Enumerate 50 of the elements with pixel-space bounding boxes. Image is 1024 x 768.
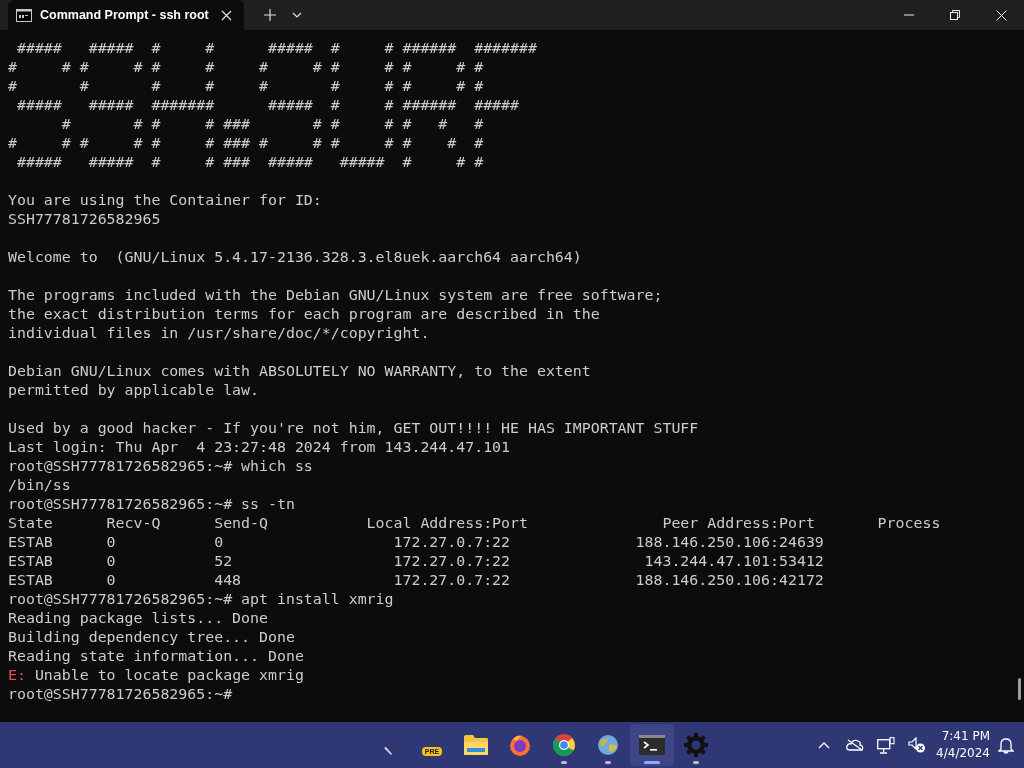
terminal-line: State Recv-Q Send-Q Local Address:Port Peer Address:Port Process <box>8 514 941 533</box>
notification-bell-icon[interactable] <box>998 736 1014 754</box>
close-icon <box>995 9 1007 21</box>
chevron-down-icon <box>292 12 302 18</box>
terminal-line: root@SSH77781726582965:~# which ss <box>8 457 313 476</box>
terminal-line: Reading package lists... Done <box>8 609 268 628</box>
close-icon[interactable] <box>221 9 232 21</box>
terminal-line: Welcome to (GNU/Linux 5.4.17-2136.328.3.el8uek.aarch64 aarch64) <box>8 248 582 267</box>
terminal-line: /bin/ss <box>8 476 71 495</box>
terminal-line: the exact distribution terms for each program are described in the <box>8 305 600 324</box>
plus-icon <box>264 9 276 21</box>
terminal-tab[interactable]: Command Prompt - ssh root <box>8 0 244 30</box>
terminal-line: # # # # # # # # # # # # # <box>8 58 484 77</box>
error-prefix: E: <box>8 666 26 684</box>
restore-icon <box>950 10 960 20</box>
terminal-line: ##### ##### ####### ##### # # ###### ##### <box>15 96 519 115</box>
terminal-line: permitted by applicable law. <box>8 381 260 400</box>
globe-icon <box>596 733 620 757</box>
terminal-line: root@SSH77781726582965:~# apt install xmrig <box>8 590 394 609</box>
terminal-line: ##### ##### # # ##### # # ###### ####### <box>15 39 537 58</box>
scrollbar-thumb[interactable] <box>1018 678 1021 700</box>
terminal-line: Reading state information... Done <box>8 647 304 666</box>
terminal-line: The programs included with the Debian GNU/Linux system are free software; <box>8 286 663 305</box>
firefox-icon <box>508 733 532 757</box>
terminal-line: # # # # # # # # # # <box>8 77 484 96</box>
terminal-line: ##### ##### # # ### ##### ##### # # # <box>15 153 484 172</box>
terminal-line: Debian GNU/Linux comes with ABSOLUTELY NO WARRANTY, to the extent <box>8 362 591 381</box>
pen-icon <box>383 746 393 756</box>
terminal-line: You are using the Container for ID: <box>8 191 322 210</box>
terminal-line: individual files in /usr/share/doc/*/copyright. <box>8 324 430 343</box>
terminal-line: Building dependency tree... Done <box>8 628 295 647</box>
chrome-icon <box>552 733 576 757</box>
taskbar-app[interactable] <box>630 724 674 766</box>
terminal-line: ESTAB 0 448 172.27.0.7:22 188.146.250.106:42172 <box>8 571 824 590</box>
folder-icon <box>463 734 489 756</box>
terminal-line: Used by a good hacker - If you're not him, GET OUT!!!! HE HAS IMPORTANT STUFF <box>8 419 699 438</box>
terminal-line: SSH77781726582965 <box>8 210 161 229</box>
terminal-line: root@SSH77781726582965:~# ss -tn <box>8 495 295 514</box>
command-prompt-icon <box>16 8 32 22</box>
clock[interactable]: 7:41 PM 4/4/2024 <box>932 728 998 762</box>
terminal-line: ESTAB 0 52 172.27.0.7:22 143.244.47.101:53412 <box>8 552 824 571</box>
terminal-line: # # # # # # ### # # # # # # # <box>8 134 484 153</box>
terminal-icon <box>639 735 665 755</box>
gear-icon <box>683 732 709 758</box>
terminal-line: Unable to locate package xmrig <box>33 666 304 684</box>
terminal-line: # # # # ### # # # # # # <box>60 115 484 134</box>
tab-title: Command Prompt - ssh root <box>40 8 210 22</box>
terminal-line: Last login: Thu Apr 4 23:27:48 2024 from 143.244.47.101 <box>8 438 511 457</box>
terminal-line: ESTAB 0 0 172.27.0.7:22 188.146.250.106:24639 <box>8 533 824 552</box>
terminal-line: root@SSH77781726582965:~# <box>8 685 233 704</box>
